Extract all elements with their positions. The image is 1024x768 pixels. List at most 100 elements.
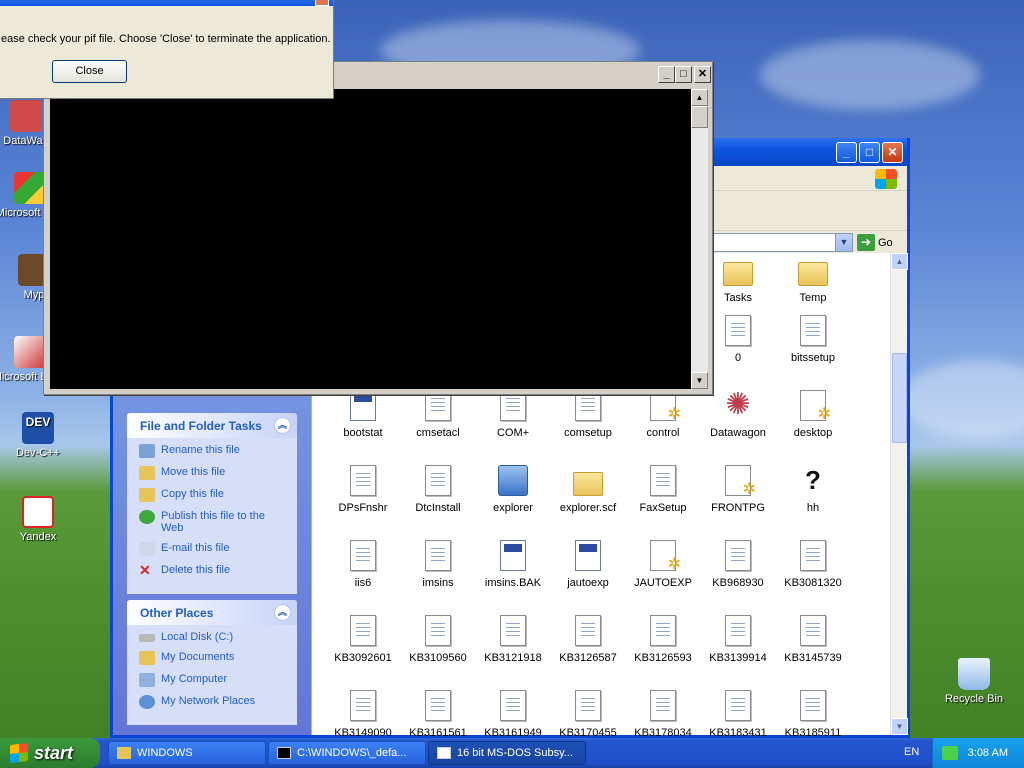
file-item[interactable]: KB3178034 [626, 690, 700, 739]
file-item[interactable]: JAUTOEXP [626, 540, 700, 589]
file-item[interactable]: DPsFnshr [326, 465, 400, 514]
maximize-button[interactable]: □ [859, 141, 880, 163]
file-label: KB3109560 [409, 652, 467, 664]
file-item[interactable]: ? hh [776, 465, 850, 514]
file-item[interactable]: KB3183431 [701, 690, 775, 739]
desktop-icon-devcpp[interactable]: DEV Dev-C++ [0, 412, 76, 459]
scroll-down-icon[interactable]: ▼ [891, 718, 908, 735]
start-button[interactable]: start [0, 738, 100, 768]
taskbar-button-console[interactable]: C:\WINDOWS\_defa... [268, 741, 426, 765]
task-copy[interactable]: Copy this file [139, 488, 289, 502]
file-item[interactable]: DtcInstall [401, 465, 475, 514]
file-item[interactable]: KB3126593 [626, 615, 700, 664]
devcpp-icon: DEV [22, 412, 54, 444]
file-item[interactable]: bitssetup [776, 315, 850, 364]
file-item[interactable]: KB3161949 [476, 690, 550, 739]
file-icon [350, 465, 376, 496]
file-item[interactable]: explorer.scf [551, 465, 625, 514]
file-icon [800, 390, 831, 424]
file-label: imsins.BAK [484, 577, 542, 589]
scroll-down-icon[interactable]: ▼ [691, 372, 708, 389]
windows-flag-icon [10, 743, 28, 763]
close-button[interactable]: Close [52, 60, 127, 83]
collapse-icon[interactable]: ︽ [274, 604, 291, 621]
collapse-icon[interactable]: ︽ [274, 417, 291, 434]
taskbar-button-msdos[interactable]: 16 bit MS-DOS Subsy... [428, 741, 586, 765]
taskbar-button-windows[interactable]: WINDOWS [108, 741, 266, 765]
maximize-button[interactable]: □ [675, 66, 692, 83]
file-icon [800, 690, 826, 721]
file-item[interactable]: KB3170455 [551, 690, 625, 739]
file-tasks-header[interactable]: File and Folder Tasks ︽ [127, 413, 297, 438]
scroll-thumb[interactable] [892, 353, 907, 443]
vertical-scrollbar[interactable]: ▲ ▼ [890, 253, 908, 735]
copy-icon [139, 488, 155, 502]
scroll-up-icon[interactable]: ▲ [691, 89, 708, 106]
close-button[interactable]: ✕ [694, 66, 711, 83]
file-item[interactable]: bootstat [326, 390, 400, 439]
file-item[interactable]: comsetup [551, 390, 625, 439]
desktop-icon-yandex[interactable]: Yandex [0, 496, 76, 543]
file-item[interactable]: COM+ [476, 390, 550, 439]
file-item[interactable]: imsins [401, 540, 475, 589]
network-tray-icon[interactable] [941, 746, 958, 760]
window-icon [437, 747, 451, 759]
dos-console-window[interactable]: _ □ ✕ ▲ ▼ [43, 61, 713, 395]
console-screen[interactable] [50, 89, 691, 389]
file-item[interactable]: KB3161561 [401, 690, 475, 739]
file-item[interactable]: FRONTPG [701, 465, 775, 514]
file-item[interactable]: KB3109560 [401, 615, 475, 664]
dialog-close-icon[interactable] [315, 0, 329, 6]
other-places-panel: Other Places ︽ Local Disk (C:) My Docume… [127, 600, 297, 725]
task-delete[interactable]: ✕ Delete this file [139, 563, 289, 578]
chevron-down-icon[interactable]: ▼ [835, 234, 852, 251]
other-places-header[interactable]: Other Places ︽ [127, 600, 297, 625]
file-item[interactable]: explorer [476, 465, 550, 514]
disk-icon [139, 634, 155, 642]
file-item[interactable]: KB3149090 [326, 690, 400, 739]
file-item[interactable]: imsins.BAK [476, 540, 550, 589]
file-item[interactable]: KB3185911 [776, 690, 850, 739]
scroll-up-icon[interactable]: ▲ [891, 253, 908, 270]
minimize-button[interactable]: _ [836, 141, 857, 163]
file-item[interactable]: iis6 [326, 540, 400, 589]
file-item[interactable]: KB968930 [701, 540, 775, 589]
language-indicator[interactable]: EN [904, 746, 919, 758]
file-item[interactable]: KB3092601 [326, 615, 400, 664]
place-local-disk[interactable]: Local Disk (C:) [139, 631, 289, 643]
file-item[interactable]: KB3126587 [551, 615, 625, 664]
desktop-icon-recycle-bin[interactable]: Recycle Bin [936, 658, 1012, 705]
msvc-icon [14, 172, 46, 204]
task-move[interactable]: Move this file [139, 466, 289, 480]
file-item[interactable]: FaxSetup [626, 465, 700, 514]
file-item[interactable]: Temp [776, 255, 850, 304]
file-item[interactable]: KB3121918 [476, 615, 550, 664]
file-item[interactable]: ✺ Datawagon [701, 390, 775, 440]
file-item[interactable]: KB3139914 [701, 615, 775, 664]
console-scrollbar[interactable]: ▲ ▼ [691, 89, 708, 389]
close-button[interactable]: ✕ [882, 141, 903, 163]
file-icon [800, 315, 826, 346]
place-my-network[interactable]: My Network Places [139, 695, 289, 709]
file-item[interactable]: KB3145739 [776, 615, 850, 664]
go-button[interactable]: ➔ Go [857, 233, 893, 252]
file-item[interactable]: KB3081320 [776, 540, 850, 589]
file-label: KB3081320 [784, 577, 842, 589]
file-item[interactable]: desktop [776, 390, 850, 439]
file-item[interactable]: control [626, 390, 700, 439]
yandex-icon [22, 496, 54, 528]
task-rename[interactable]: Rename this file [139, 444, 289, 458]
file-item[interactable]: cmsetacl [401, 390, 475, 439]
minimize-button[interactable]: _ [658, 66, 675, 83]
place-my-documents[interactable]: My Documents [139, 651, 289, 665]
file-icon [650, 690, 676, 721]
file-item[interactable]: jautoexp [551, 540, 625, 589]
task-email[interactable]: E-mail this file [139, 542, 289, 556]
rename-icon [139, 444, 155, 458]
globe-icon [139, 510, 155, 524]
task-publish[interactable]: Publish this file to the Web [139, 510, 289, 534]
scroll-thumb[interactable] [691, 106, 708, 128]
place-my-computer[interactable]: My Computer [139, 673, 289, 687]
dialog-titlebar[interactable] [0, 0, 333, 6]
dialog-message: ease check your pif file. Choose 'Close'… [1, 33, 331, 45]
